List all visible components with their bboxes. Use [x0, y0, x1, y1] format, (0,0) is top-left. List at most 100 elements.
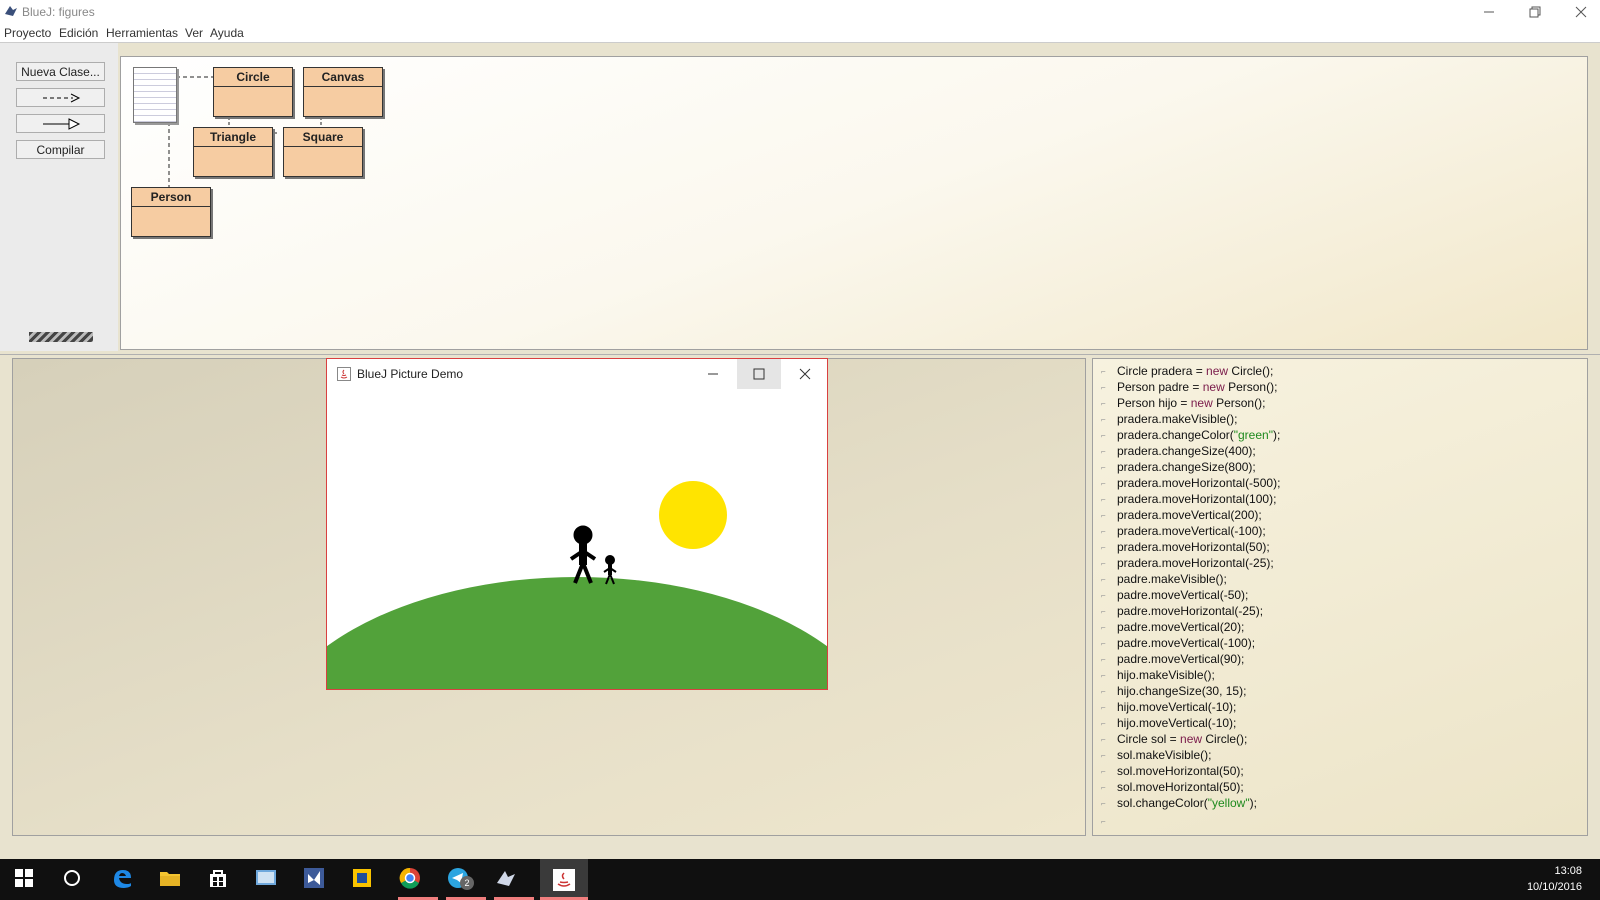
- codepad-line[interactable]: Circle pradera = new Circle();: [1117, 363, 1273, 379]
- chrome-taskbar-button[interactable]: [398, 866, 422, 890]
- demo-title-bar: BlueJ Picture Demo: [327, 359, 827, 389]
- codepad-token-pre: padre.makeVisible();: [1117, 572, 1227, 586]
- menu-ver[interactable]: Ver: [185, 26, 203, 40]
- codepad-line-mark: ⌐: [1101, 447, 1106, 456]
- codepad-line[interactable]: pradera.moveHorizontal(-25);: [1117, 555, 1274, 571]
- codepad-line[interactable]: Person padre = new Person();: [1117, 379, 1277, 395]
- codepad-prompt-mark: ⌐: [1101, 817, 1106, 826]
- codepad-line-mark: ⌐: [1101, 383, 1106, 392]
- codepad-line[interactable]: pradera.makeVisible();: [1117, 411, 1238, 427]
- java-taskbar-button[interactable]: [540, 859, 588, 900]
- maximize-icon: [753, 368, 765, 380]
- codepad-line[interactable]: hijo.moveVertical(-10);: [1117, 699, 1236, 715]
- windows-logo-icon: [15, 869, 33, 887]
- demo-minimize-button[interactable]: [691, 359, 735, 389]
- uses-arrow-button[interactable]: [16, 88, 105, 107]
- demo-maximize-button[interactable]: [737, 359, 781, 389]
- start-button[interactable]: [12, 866, 36, 890]
- codepad-line[interactable]: hijo.changeSize(30, 15);: [1117, 683, 1246, 699]
- taskbar-date[interactable]: 10/10/2016: [1527, 881, 1582, 893]
- compile-button[interactable]: Compilar: [16, 140, 105, 159]
- codepad-line[interactable]: sol.changeColor("yellow");: [1117, 795, 1257, 811]
- codepad-token-pre: pradera.moveVertical(200);: [1117, 508, 1262, 522]
- bluej-taskbar-button[interactable]: [494, 866, 518, 890]
- codepad-line[interactable]: Person hijo = new Person();: [1117, 395, 1265, 411]
- codepad-line-mark: ⌐: [1101, 559, 1106, 568]
- class-square[interactable]: Square: [283, 127, 363, 177]
- cortana-button[interactable]: [60, 866, 84, 890]
- codepad-line[interactable]: sol.makeVisible();: [1117, 747, 1211, 763]
- codepad-line[interactable]: pradera.moveVertical(200);: [1117, 507, 1262, 523]
- codepad-line-mark: ⌐: [1101, 575, 1106, 584]
- title-bar: BlueJ: figures: [0, 0, 1600, 24]
- codepad-token-pre: pradera.changeColor(: [1117, 428, 1234, 442]
- codepad-line-mark: ⌐: [1101, 671, 1106, 680]
- side-toolbar: Nueva Clase... Compilar: [0, 43, 118, 351]
- close-icon: [1575, 6, 1587, 18]
- codepad-token-post: Person();: [1212, 396, 1266, 410]
- class-canvas-name: Canvas: [304, 68, 382, 87]
- class-diagram: Circle Canvas Triangle Square Person: [120, 56, 1588, 350]
- new-class-button[interactable]: Nueva Clase...: [16, 62, 105, 81]
- codepad-line[interactable]: padre.moveVertical(-50);: [1117, 587, 1248, 603]
- codepad-token-post: Circle();: [1202, 732, 1248, 746]
- codepad-line[interactable]: padre.moveHorizontal(-25);: [1117, 603, 1263, 619]
- window-title: BlueJ: figures: [22, 5, 95, 19]
- codepad-line-mark: ⌐: [1101, 495, 1106, 504]
- minimize-icon: [1484, 11, 1494, 13]
- inheritance-arrow-button[interactable]: [16, 114, 105, 133]
- sticky-app-taskbar-button[interactable]: [350, 866, 374, 890]
- codepad-line[interactable]: pradera.moveVertical(-100);: [1117, 523, 1266, 539]
- readme-document-icon[interactable]: [133, 67, 177, 123]
- codepad-token-pre: Circle sol =: [1117, 732, 1181, 746]
- class-circle[interactable]: Circle: [213, 67, 293, 117]
- file-explorer-taskbar-button[interactable]: [158, 866, 182, 890]
- codepad-line-mark: ⌐: [1101, 415, 1106, 424]
- demo-close-button[interactable]: [783, 359, 827, 389]
- class-person[interactable]: Person: [131, 187, 211, 237]
- codepad-line[interactable]: pradera.changeSize(800);: [1117, 459, 1256, 475]
- codepad-token-post: Circle();: [1228, 364, 1274, 378]
- codepad-line[interactable]: pradera.moveHorizontal(50);: [1117, 539, 1270, 555]
- menu-edicion[interactable]: Edición: [59, 26, 98, 40]
- class-triangle[interactable]: Triangle: [193, 127, 273, 177]
- taskbar-time[interactable]: 13:08: [1554, 865, 1582, 877]
- codepad-line[interactable]: padre.moveVertical(90);: [1117, 651, 1244, 667]
- codepad-line[interactable]: padre.makeVisible();: [1117, 571, 1227, 587]
- minimize-button[interactable]: [1466, 0, 1512, 24]
- codepad-line[interactable]: padre.moveVertical(-100);: [1117, 635, 1255, 651]
- control-panel-taskbar-button[interactable]: [254, 866, 278, 890]
- class-canvas[interactable]: Canvas: [303, 67, 383, 117]
- folder-icon: [160, 872, 180, 886]
- codepad-line-mark: ⌐: [1101, 479, 1106, 488]
- menu-ayuda[interactable]: Ayuda: [210, 26, 244, 40]
- edge-taskbar-button[interactable]: [110, 866, 134, 890]
- menu-herramientas[interactable]: Herramientas: [106, 26, 178, 40]
- class-square-name: Square: [284, 128, 362, 147]
- codepad-token-pre: Circle pradera =: [1117, 364, 1207, 378]
- split-divider[interactable]: [0, 354, 1600, 355]
- visual-studio-taskbar-button[interactable]: [302, 866, 326, 890]
- codepad-line[interactable]: pradera.changeSize(400);: [1117, 443, 1256, 459]
- meadow-circle: [327, 577, 827, 689]
- visual-studio-icon: [304, 868, 324, 888]
- codepad-token-kw: new: [1190, 396, 1213, 410]
- codepad-line[interactable]: pradera.moveHorizontal(100);: [1117, 491, 1276, 507]
- codepad-line[interactable]: padre.moveVertical(20);: [1117, 619, 1244, 635]
- codepad-line[interactable]: sol.moveHorizontal(50);: [1117, 779, 1244, 795]
- codepad-line[interactable]: pradera.moveHorizontal(-500);: [1117, 475, 1280, 491]
- menu-proyecto[interactable]: Proyecto: [4, 26, 51, 40]
- codepad-line[interactable]: Circle sol = new Circle();: [1117, 731, 1247, 747]
- codepad-line[interactable]: hijo.makeVisible();: [1117, 667, 1215, 683]
- close-button[interactable]: [1558, 0, 1600, 24]
- restore-button[interactable]: [1512, 0, 1558, 24]
- codepad-line-mark: ⌐: [1101, 655, 1106, 664]
- store-icon: [210, 870, 226, 887]
- codepad-line[interactable]: pradera.changeColor("green");: [1117, 427, 1280, 443]
- codepad-line-mark: ⌐: [1101, 783, 1106, 792]
- codepad-line-mark: ⌐: [1101, 799, 1106, 808]
- codepad-token-pre: padre.moveVertical(-50);: [1117, 588, 1249, 602]
- store-taskbar-button[interactable]: [206, 866, 230, 890]
- codepad-line[interactable]: hijo.moveVertical(-10);: [1117, 715, 1236, 731]
- codepad-line[interactable]: sol.moveHorizontal(50);: [1117, 763, 1244, 779]
